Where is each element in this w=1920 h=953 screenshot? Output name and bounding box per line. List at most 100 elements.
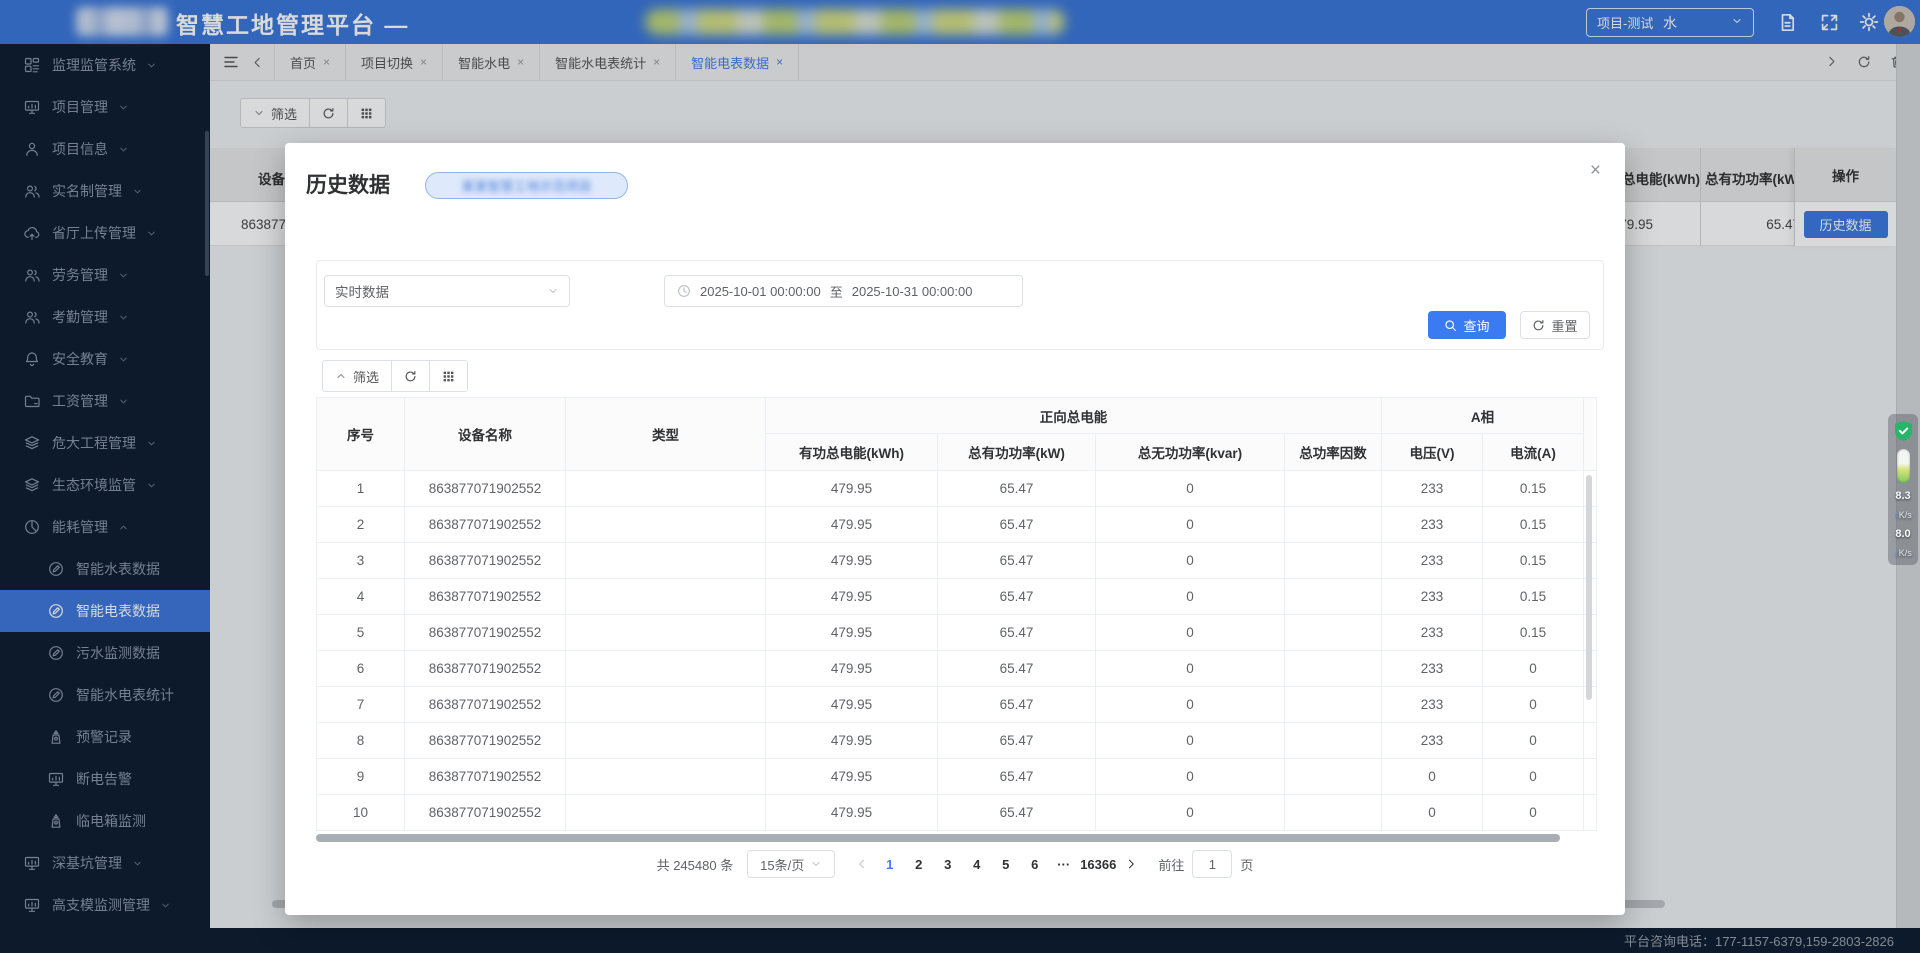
table-cell [1285, 615, 1382, 651]
table-cell [566, 615, 766, 651]
table-cell: 233 [1382, 687, 1483, 723]
table-cell: 863877071902552 [405, 687, 566, 723]
download-unit: ↓K/s [1894, 548, 1912, 559]
table-cell: 863877071902552 [405, 615, 566, 651]
column-group-header: A相 [1382, 398, 1584, 434]
column-header: 总功率因数 [1285, 434, 1382, 471]
table-cell: 863877071902552 [405, 579, 566, 615]
shield-check-icon [1893, 420, 1914, 442]
goto-suffix: 页 [1240, 855, 1253, 874]
table-cell: 2 [317, 507, 405, 543]
upload-unit: ↑K/s [1894, 510, 1912, 521]
table-cell: 233 [1382, 723, 1483, 759]
close-icon[interactable]: × [1590, 161, 1601, 180]
table-cell: 65.47 [938, 507, 1096, 543]
modal-refresh-button[interactable] [391, 360, 430, 392]
screen: 智慧工地管理平台 — 水 项目-测试 监理监管系统项目管理项目信息实名制管理省厅… [0, 0, 1920, 953]
table-cell: 0 [1096, 723, 1285, 759]
table-cell: 479.95 [766, 759, 938, 795]
column-header: 序号 [317, 398, 405, 471]
clock-icon [677, 284, 691, 298]
reset-button[interactable]: 重置 [1520, 311, 1590, 339]
table-cell: 863877071902552 [405, 507, 566, 543]
table-horizontal-scrollbar[interactable] [316, 834, 1560, 842]
goto-label: 前往 [1158, 855, 1184, 874]
table-row[interactable]: 9863877071902552479.9565.47000 [317, 759, 1597, 795]
date-range-picker[interactable]: 2025-10-01 00:00:00 至 2025-10-31 00:00:0… [664, 275, 1023, 307]
chevron-down-icon [547, 285, 559, 297]
modal-filter-button[interactable]: 筛选 [322, 360, 392, 392]
table-row[interactable]: 3863877071902552479.9565.4702330.15 [317, 543, 1597, 579]
table-cell: 9 [317, 759, 405, 795]
scroll-gutter [1584, 795, 1597, 831]
table-cell: 6 [317, 651, 405, 687]
page-number[interactable]: 3 [933, 850, 962, 878]
prev-page-icon[interactable] [849, 850, 875, 878]
chevron-down-icon [810, 858, 822, 870]
table-cell: 0 [1096, 795, 1285, 831]
data-type-value: 实时数据 [335, 281, 389, 301]
table-cell: 65.47 [938, 687, 1096, 723]
date-end: 2025-10-31 00:00:00 [852, 284, 973, 299]
table-vertical-scrollbar[interactable] [1586, 475, 1592, 700]
table-cell: 479.95 [766, 795, 938, 831]
page-size-select[interactable]: 15条/页 [747, 850, 835, 878]
column-header: 有功总电能(kWh) [766, 434, 938, 471]
table-cell: 0 [1382, 759, 1483, 795]
page-number[interactable]: 4 [962, 850, 991, 878]
table-cell: 479.95 [766, 615, 938, 651]
modal-columns-button[interactable] [429, 360, 468, 392]
table-row[interactable]: 10863877071902552479.9565.47000 [317, 795, 1597, 831]
table-cell: 8 [317, 723, 405, 759]
page-number[interactable]: 16366 [1078, 850, 1118, 878]
page-number[interactable]: 2 [904, 850, 933, 878]
table-row[interactable]: 8863877071902552479.9565.4702330 [317, 723, 1597, 759]
table-cell: 863877071902552 [405, 651, 566, 687]
filter-panel: 实时数据 2025-10-01 00:00:00 至 2025-10-31 00… [316, 260, 1604, 350]
table-cell: 65.47 [938, 615, 1096, 651]
table-cell [1285, 543, 1382, 579]
table-cell [566, 795, 766, 831]
goto-page-input[interactable] [1192, 850, 1232, 878]
table-cell [566, 759, 766, 795]
table-cell: 65.47 [938, 471, 1096, 507]
page-number[interactable]: 6 [1020, 850, 1049, 878]
net-speed-widget[interactable]: 8.3 ↑K/s 8.0 ↓K/s [1888, 414, 1918, 565]
scroll-gutter [1584, 723, 1597, 759]
table-row[interactable]: 6863877071902552479.9565.4702330 [317, 651, 1597, 687]
total-count: 共 245480 条 [657, 855, 734, 874]
date-separator: 至 [830, 282, 843, 301]
table-cell [566, 543, 766, 579]
redacted-project-name: 某某智慧工地示范项目 [461, 176, 591, 195]
table-cell: 65.47 [938, 579, 1096, 615]
table-cell: 233 [1382, 507, 1483, 543]
more-pages-icon[interactable]: ··· [1049, 850, 1078, 878]
page-number[interactable]: 5 [991, 850, 1020, 878]
table-row[interactable]: 2863877071902552479.9565.4702330.15 [317, 507, 1597, 543]
table-row[interactable]: 4863877071902552479.9565.4702330.15 [317, 579, 1597, 615]
download-speed: 8.0 [1895, 528, 1910, 541]
table-cell: 0.15 [1483, 543, 1584, 579]
table-cell: 0.15 [1483, 579, 1584, 615]
table-row[interactable]: 5863877071902552479.9565.4702330.15 [317, 615, 1597, 651]
table-cell: 0 [1483, 687, 1584, 723]
column-header: 电流(A) [1483, 434, 1584, 471]
page-number[interactable]: 1 [875, 850, 904, 878]
reset-label: 重置 [1551, 316, 1577, 335]
data-type-select[interactable]: 实时数据 [324, 275, 570, 307]
query-label: 查询 [1463, 316, 1489, 335]
table-cell [566, 471, 766, 507]
column-header: 类型 [566, 398, 766, 471]
table-row[interactable]: 1863877071902552479.9565.4702330.15 [317, 471, 1597, 507]
table-cell: 479.95 [766, 651, 938, 687]
table-cell: 65.47 [938, 543, 1096, 579]
table-cell [1285, 579, 1382, 615]
refresh-icon [1532, 319, 1545, 332]
query-button[interactable]: 查询 [1428, 311, 1506, 339]
table-cell: 0 [1096, 651, 1285, 687]
table-row[interactable]: 7863877071902552479.9565.4702330 [317, 687, 1597, 723]
modal-title: 历史数据 [306, 169, 390, 199]
table-cell: 10 [317, 795, 405, 831]
scroll-gutter [1584, 759, 1597, 795]
next-page-icon[interactable] [1118, 850, 1144, 878]
